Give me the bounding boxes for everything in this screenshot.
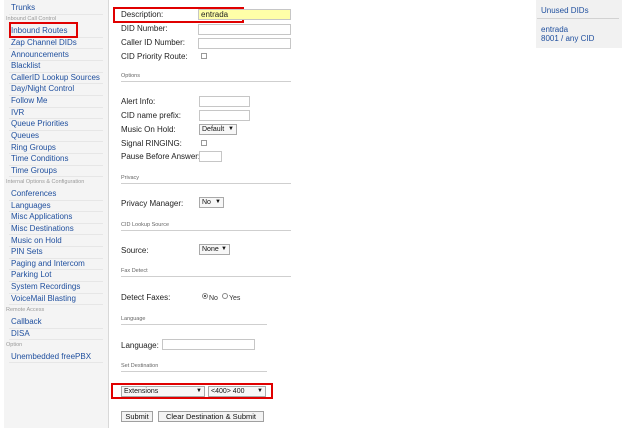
sidebar-item[interactable]: PIN Sets	[11, 247, 43, 256]
source-value: None	[202, 246, 219, 253]
cid-priority-label: CID Priority Route:	[121, 52, 188, 61]
sidebar-item[interactable]: Time Conditions	[11, 154, 69, 163]
privacy-manager-value: No	[202, 199, 211, 206]
signal-ringing-checkbox[interactable]	[201, 140, 207, 146]
sidebar-item[interactable]: Announcements	[11, 50, 69, 59]
sidebar-item-divider	[9, 362, 103, 364]
sidebar-item[interactable]: System Recordings	[11, 282, 80, 291]
privacy-manager-select[interactable]: No ▼	[199, 197, 224, 208]
detect-faxes-yes-label: Yes	[229, 295, 241, 302]
music-on-hold-select[interactable]: Default ▼	[199, 124, 237, 135]
unused-dids-title: Unused DIDs	[541, 6, 589, 15]
alert-info-input[interactable]	[199, 96, 250, 107]
sidebar-item[interactable]: Ring Groups	[11, 143, 56, 152]
options-section-title: Options	[121, 73, 140, 79]
sidebar-item[interactable]: Conferences	[11, 189, 56, 198]
music-on-hold-label: Music On Hold:	[121, 125, 176, 134]
destination-type-select[interactable]: Extensions ▼	[121, 386, 205, 397]
sidebar-item[interactable]: Queues	[11, 131, 39, 140]
sidebar-item[interactable]: IVR	[11, 108, 24, 117]
sidebar-item[interactable]: Parking Lot	[11, 270, 51, 279]
music-on-hold-value: Default	[202, 126, 225, 133]
sidebar-item[interactable]: Unembedded freePBX	[11, 352, 91, 361]
options-divider	[121, 81, 291, 82]
chevron-down-icon: ▼	[221, 246, 227, 252]
fax-divider	[121, 276, 291, 277]
language-input[interactable]	[162, 339, 255, 350]
sidebar-item[interactable]: Languages	[11, 201, 51, 210]
did-number-input[interactable]	[198, 24, 291, 35]
sidebar-item[interactable]: Follow Me	[11, 96, 47, 105]
pause-label: Pause Before Answer:	[121, 152, 201, 161]
sidebar-item-divider	[9, 339, 103, 341]
detect-faxes-yes-radio[interactable]	[222, 293, 228, 299]
cid-lookup-divider	[121, 230, 291, 231]
sidebar-item-divider	[9, 13, 103, 15]
sidebar-item[interactable]: Callback	[11, 317, 42, 326]
pause-input[interactable]	[199, 151, 222, 162]
language-label: Language:	[121, 341, 159, 350]
privacy-manager-label: Privacy Manager:	[121, 199, 184, 208]
description-input[interactable]	[198, 9, 291, 20]
sidebar-item[interactable]: Blacklist	[11, 61, 40, 70]
chevron-down-icon: ▼	[257, 388, 263, 394]
sidebar-item[interactable]: CallerID Lookup Sources	[11, 73, 100, 82]
alert-info-label: Alert Info:	[121, 97, 156, 106]
destination-value: <400> 400	[211, 388, 245, 395]
sidebar-item[interactable]: Zap Channel DIDs	[11, 38, 77, 47]
source-label: Source:	[121, 246, 149, 255]
sidebar-item[interactable]: DISA	[11, 329, 30, 338]
detect-faxes-label: Detect Faxes:	[121, 293, 171, 302]
sidebar-item-divider	[9, 176, 103, 178]
language-section-title: Language	[121, 316, 146, 322]
sidebar-item[interactable]: Music on Hold	[11, 236, 62, 245]
clear-destination-submit-button[interactable]: Clear Destination & Submit	[158, 411, 264, 422]
destination-value-select[interactable]: <400> 400 ▼	[208, 386, 266, 397]
detect-faxes-no-radio[interactable]	[202, 293, 208, 299]
language-divider	[121, 324, 267, 325]
did-number-label: DID Number:	[121, 24, 168, 33]
cid-prefix-input[interactable]	[199, 110, 250, 121]
sidebar-item[interactable]: Queue Priorities	[11, 119, 68, 128]
source-select[interactable]: None ▼	[199, 244, 230, 255]
inbound-routes-highlight	[9, 22, 78, 38]
description-label: Description:	[121, 10, 164, 19]
sidebar-item[interactable]: Misc Applications	[11, 212, 72, 221]
route-link-name[interactable]: entrada	[541, 25, 568, 34]
sidebar-item[interactable]: Trunks	[11, 3, 35, 12]
fax-section-title: Fax Detect	[121, 268, 148, 274]
sidebar-item[interactable]: Day/Night Control	[11, 84, 74, 93]
sidebar-section-label: Option	[6, 341, 23, 348]
sidebar-item-divider	[9, 304, 103, 306]
chevron-down-icon: ▼	[228, 126, 234, 132]
privacy-section-title: Privacy	[121, 175, 140, 181]
destination-section-title: Set Destination	[121, 363, 159, 369]
sidebar-section-label: Internal Options & Configuration	[6, 178, 85, 185]
privacy-divider	[121, 183, 291, 184]
route-link-detail[interactable]: 8001 / any CID	[541, 34, 594, 43]
cid-prefix-label: CID name prefix:	[121, 111, 182, 120]
cid-lookup-section-title: CID Lookup Source	[121, 222, 169, 228]
destination-divider	[121, 371, 267, 372]
sidebar-item[interactable]: Paging and Intercom	[11, 259, 85, 268]
caller-id-label: Caller ID Number:	[121, 38, 186, 47]
destination-type-value: Extensions	[124, 388, 159, 395]
chevron-down-icon: ▼	[196, 388, 202, 394]
caller-id-input[interactable]	[198, 38, 291, 49]
sidebar-item[interactable]: Time Groups	[11, 166, 57, 175]
signal-ringing-label: Signal RINGING:	[121, 139, 182, 148]
sidebar-section-label: Remote Access	[6, 306, 45, 313]
cid-priority-checkbox[interactable]	[201, 53, 207, 59]
submit-button[interactable]: Submit	[121, 411, 153, 422]
unused-dids-divider	[537, 18, 619, 19]
sidebar-item[interactable]: VoiceMail Blasting	[11, 294, 76, 303]
sidebar-item[interactable]: Misc Destinations	[11, 224, 74, 233]
detect-faxes-no-label: No	[209, 295, 218, 302]
chevron-down-icon: ▼	[215, 199, 221, 205]
